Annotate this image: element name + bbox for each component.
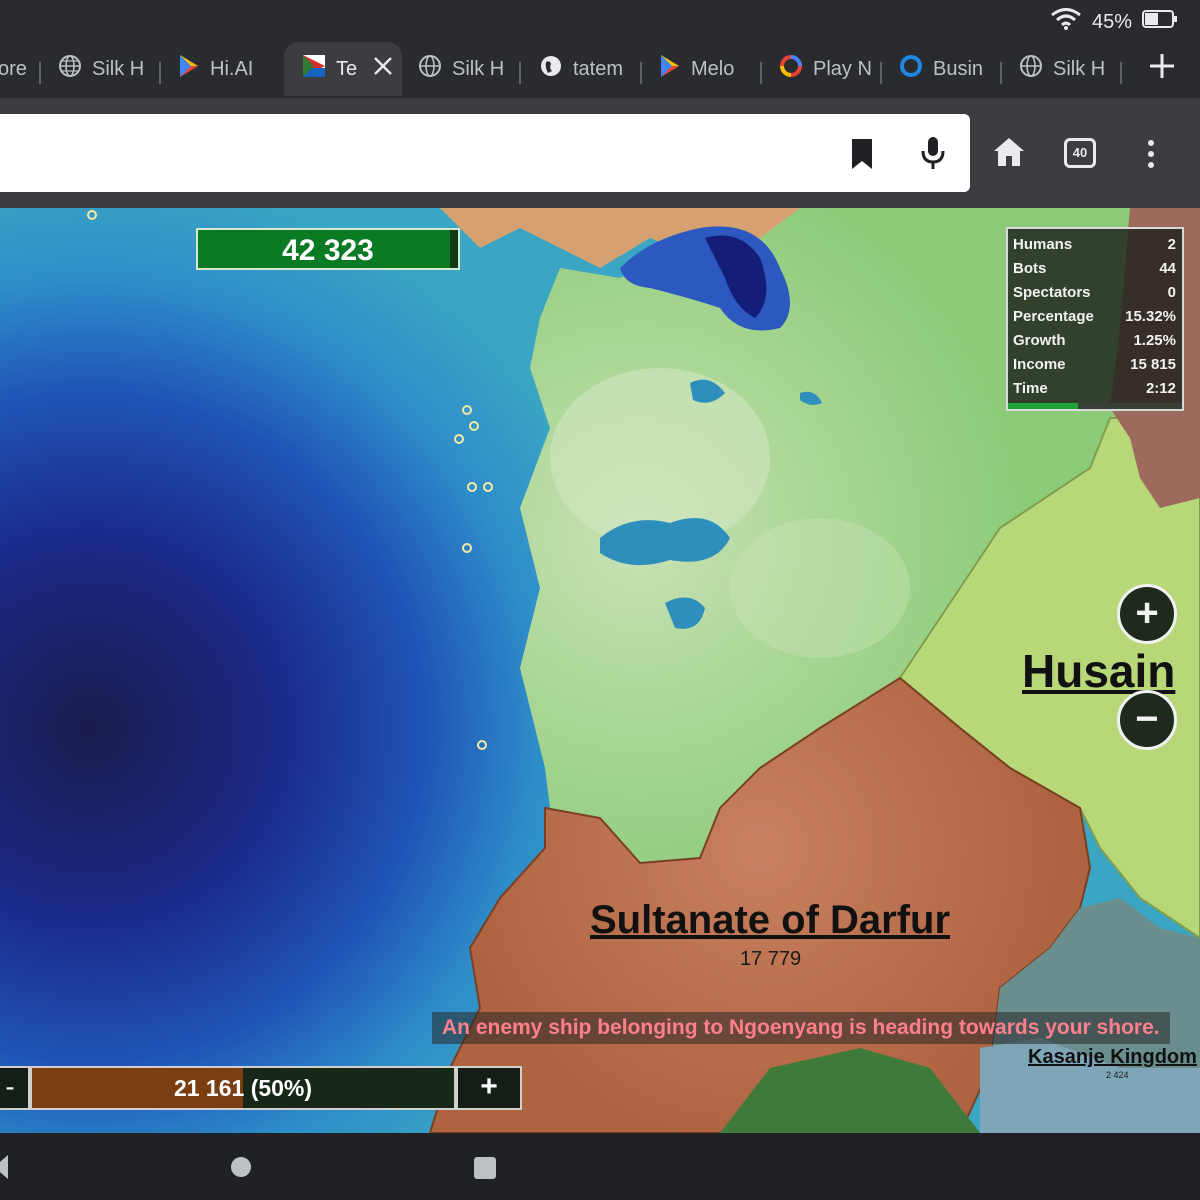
tab-label: Silk H xyxy=(92,57,145,80)
stat-label: Time xyxy=(1013,380,1048,397)
tab-6[interactable]: Melo xyxy=(641,42,759,96)
stat-value: 15 815 xyxy=(1130,356,1176,373)
tab-5[interactable]: tatem xyxy=(521,42,639,96)
zoom-in-button[interactable]: + xyxy=(1117,584,1177,644)
recents-icon[interactable] xyxy=(473,1156,497,1185)
wifi-icon xyxy=(1050,8,1082,36)
tab-label: ore xyxy=(0,57,27,80)
stat-label: Percentage xyxy=(1013,308,1094,325)
home-nav-icon[interactable] xyxy=(230,1156,252,1183)
troop-readout: 21 161 (50%) xyxy=(32,1075,454,1102)
stats-progress-track xyxy=(1008,403,1182,409)
stat-row-income: Income 15 815 xyxy=(1013,356,1176,376)
address-bar[interactable] xyxy=(0,114,970,192)
troop-minus-button[interactable]: - xyxy=(0,1066,30,1110)
tab-7[interactable]: Play N xyxy=(761,42,879,96)
stat-value: 0 xyxy=(1167,284,1176,301)
tab-2[interactable]: Hi.AI xyxy=(160,42,278,96)
tab-count: 40 xyxy=(1072,145,1088,160)
stat-label: Spectators xyxy=(1013,284,1091,301)
stat-row-growth: Growth 1.25% xyxy=(1013,332,1176,352)
tab-label: Busin xyxy=(933,57,984,80)
ring-icon xyxy=(899,54,923,84)
stat-value: 2 xyxy=(1167,236,1176,253)
tab-4[interactable]: Silk H xyxy=(400,42,518,96)
troop-minus-label: - xyxy=(5,1071,15,1102)
game-favicon xyxy=(302,54,326,84)
stat-value: 2:12 xyxy=(1145,380,1176,397)
home-icon[interactable] xyxy=(992,136,1026,173)
tab-label: Play N xyxy=(813,57,872,80)
tab-label: Silk H xyxy=(452,57,505,80)
tab-8[interactable]: Busin xyxy=(881,42,999,96)
tab-switcher-icon[interactable]: 40 xyxy=(1064,138,1096,168)
stat-value: 1.25% xyxy=(1133,332,1176,349)
tab-9[interactable]: Silk H xyxy=(1001,42,1119,96)
tab-label: Silk H xyxy=(1053,57,1106,80)
stats-progress-fill xyxy=(1008,403,1078,409)
close-tab-icon[interactable] xyxy=(372,55,394,83)
stat-label: Bots xyxy=(1013,260,1047,277)
new-tab-button[interactable] xyxy=(1142,46,1182,86)
back-icon[interactable] xyxy=(0,1153,10,1186)
tab-3[interactable]: Te xyxy=(284,42,402,96)
stat-row-percentage: Percentage 15.32% xyxy=(1013,308,1176,328)
globe-icon xyxy=(58,54,82,84)
stat-label: Income xyxy=(1013,356,1066,373)
troop-slider[interactable]: 21 161 (50%) xyxy=(30,1066,456,1110)
stat-row-time: Time 2:12 xyxy=(1013,380,1176,400)
country-value-kasanje: 2 424 xyxy=(1106,1070,1129,1080)
play-store-icon xyxy=(178,54,200,84)
enemy-ship-notification: An enemy ship belonging to Ngoenyang is … xyxy=(432,1012,1170,1044)
stat-row-bots: Bots 44 xyxy=(1013,260,1176,280)
system-navigation-bar xyxy=(0,1133,1200,1200)
browser-toolbar: 40 xyxy=(0,98,1200,208)
tab-label: Hi.AI xyxy=(210,57,254,80)
score-bar: 42 323 xyxy=(196,228,460,270)
system-status-bar: 45% xyxy=(0,0,1200,38)
zoom-out-label: − xyxy=(1135,697,1159,741)
country-label-kasanje: Kasanje Kingdom xyxy=(1028,1046,1197,1068)
battery-icon xyxy=(1142,10,1178,34)
troop-percent: (50%) xyxy=(250,1075,313,1101)
stat-value: 15.32% xyxy=(1125,308,1176,325)
game-stats-panel: Humans 2 Bots 44 Spectators 0 Percentage 15.… xyxy=(1006,227,1184,411)
terrain-patch xyxy=(730,518,910,658)
troop-plus-button[interactable]: + xyxy=(456,1066,522,1110)
tab-label: tatem xyxy=(573,57,624,80)
troop-plus-label: + xyxy=(480,1070,498,1103)
country-label-darfur: Sultanate of Darfur xyxy=(590,898,951,942)
stat-label: Humans xyxy=(1013,236,1073,253)
tab-label: Melo xyxy=(691,57,735,80)
tab-1[interactable]: Silk H xyxy=(40,42,158,96)
stat-row-spectators: Spectators 0 xyxy=(1013,284,1176,304)
score-value: 42 323 xyxy=(282,234,374,267)
battery-percent: 45% xyxy=(1091,10,1132,33)
tab-label: Te xyxy=(336,57,358,80)
browser-tab-strip: ore Silk H Hi.AI Te Silk H tatem Melo Pl… xyxy=(0,38,1200,98)
country-value-darfur: 17 779 xyxy=(740,948,802,970)
globe-icon xyxy=(418,54,442,84)
zoom-in-label: + xyxy=(1135,591,1159,635)
tab-0[interactable]: ore xyxy=(0,42,38,96)
zoom-out-button[interactable]: − xyxy=(1117,690,1177,750)
troop-value: 21 161 xyxy=(173,1075,245,1101)
notification-text: An enemy ship belonging to Ngoenyang is … xyxy=(442,1016,1160,1039)
stat-value: 44 xyxy=(1159,260,1176,277)
globe-icon xyxy=(1019,54,1043,84)
tab-separator xyxy=(1120,62,1122,84)
globe-icon xyxy=(539,54,563,84)
stat-label: Growth xyxy=(1013,332,1066,349)
bookmark-icon[interactable] xyxy=(850,138,874,175)
terrain-patch xyxy=(550,368,770,548)
status-icons: 45% xyxy=(1050,8,1178,36)
stat-row-humans: Humans 2 xyxy=(1013,236,1176,256)
play-store-icon xyxy=(659,54,681,84)
microphone-icon[interactable] xyxy=(920,136,946,175)
play-ring-icon xyxy=(779,54,803,84)
overflow-menu-icon[interactable] xyxy=(1146,138,1156,175)
